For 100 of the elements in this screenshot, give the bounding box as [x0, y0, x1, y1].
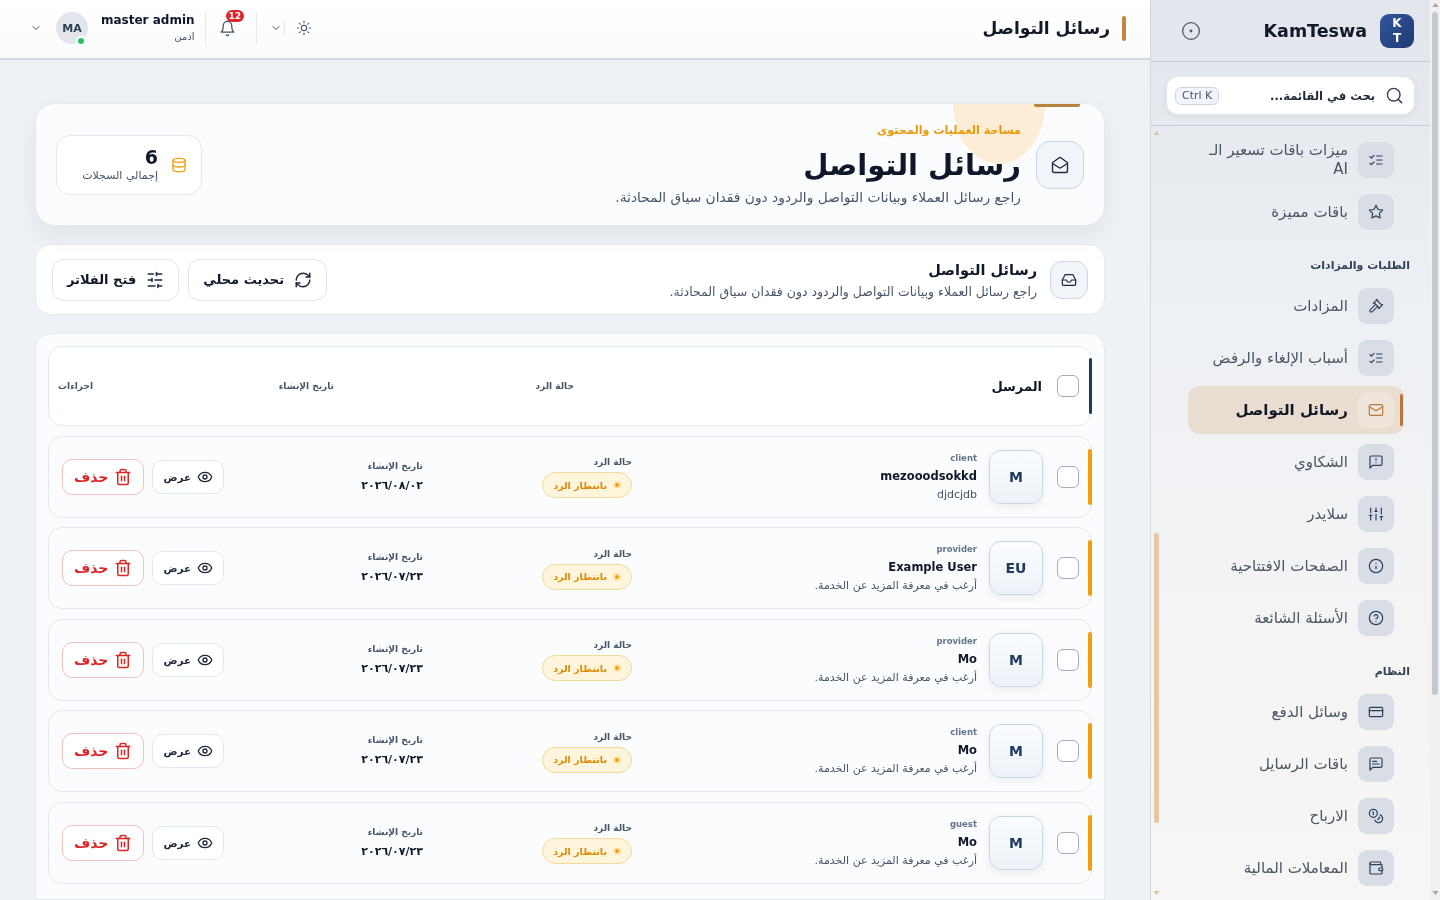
delete-button[interactable]: حذف: [62, 641, 145, 678]
chat-icon: [1358, 746, 1394, 782]
sender-type: client: [950, 451, 977, 465]
refresh-button[interactable]: تحديث محلي: [188, 258, 328, 301]
sidebar-item[interactable]: ميزات باقات تسعير الـ AI: [1188, 136, 1404, 184]
sidebar-item[interactable]: الصفحات الافتتاحية: [1188, 542, 1404, 590]
delete-button[interactable]: حذف: [62, 458, 145, 495]
checkbox[interactable]: [1057, 831, 1079, 854]
checkbox[interactable]: [1057, 557, 1079, 579]
view-button[interactable]: عرض: [152, 734, 225, 768]
notifications-button[interactable]: 12: [215, 10, 246, 46]
brand-name: KamTeswa: [1263, 20, 1367, 41]
wallet-icon: [1358, 850, 1394, 886]
trash-icon: [114, 833, 133, 852]
cell-label: تاريخ الإنشاء: [367, 459, 423, 473]
checkbox[interactable]: [1057, 375, 1079, 397]
column-header: المرسل: [990, 378, 1042, 394]
checkbox[interactable]: [1057, 740, 1079, 762]
checkbox[interactable]: [1057, 648, 1079, 671]
sender-type: client: [950, 726, 977, 739]
sidebar-item[interactable]: المعاملات المالية: [1188, 844, 1404, 892]
view-button[interactable]: عرض: [152, 642, 225, 677]
view-button[interactable]: عرض: [152, 551, 225, 585]
message-preview: أرغب في معرفة المزيد عن الخدمة.: [814, 669, 977, 686]
sender-name: Mo: [957, 650, 977, 668]
decorative-bar: [1034, 104, 1080, 107]
column-header: حالة الرد: [534, 381, 574, 391]
notification-count: 12: [225, 10, 245, 22]
scroll-down-icon[interactable]: [1431, 891, 1439, 895]
avatar[interactable]: MA: [56, 12, 88, 44]
delete-button[interactable]: حذف: [62, 824, 145, 861]
sender-name: Mo: [957, 833, 977, 851]
info-icon: [1358, 548, 1394, 584]
avatar: M: [989, 724, 1043, 778]
sliders-icon: [1358, 496, 1394, 532]
sender-type: guest: [949, 817, 977, 831]
sidebar-item[interactable]: المزادات: [1188, 282, 1404, 330]
sidebar-item[interactable]: سلايدر: [1188, 490, 1404, 538]
column-header: تاريخ الإنشاء: [277, 381, 334, 391]
avatar: M: [989, 815, 1043, 870]
avatar: M: [989, 449, 1043, 504]
sender-type: provider: [936, 634, 977, 648]
circle-dot-icon[interactable]: [1181, 20, 1201, 41]
eye-icon: [197, 743, 214, 759]
section-heading: الطلبات والمزادات: [1309, 258, 1410, 274]
date-text: ٢٠٢٦/٠٧/٢٣: [361, 752, 423, 768]
status-dot-icon: [613, 481, 621, 489]
cell-label: حالة الرد: [593, 639, 632, 652]
sidebar-item[interactable]: باقات الرسايل: [1188, 740, 1404, 788]
view-button[interactable]: عرض: [152, 825, 225, 860]
sender-name: mezooodsokkd: [880, 467, 977, 485]
inbox-icon: [1050, 260, 1088, 299]
scroll-up-icon[interactable]: [1431, 3, 1439, 7]
sidebar-item[interactable]: رسائل التواصل: [1188, 386, 1404, 434]
hero-title: رسائل التواصل: [802, 146, 1021, 184]
avatar: M: [989, 632, 1043, 687]
message-preview: أرغب في معرفة المزيد عن الخدمة.: [814, 760, 977, 777]
sidebar-item[interactable]: أسباب الإلغاء والرفض: [1188, 334, 1404, 382]
status-text: بانتظار الرد: [553, 754, 607, 765]
status-text: بانتظار الرد: [553, 479, 607, 491]
delete-button[interactable]: حذف: [62, 733, 145, 769]
checklist-icon: [1358, 340, 1394, 376]
status-dot-icon: [613, 755, 621, 764]
checklist-icon: [1358, 142, 1394, 178]
sender-name: Example User: [888, 559, 977, 576]
sidebar-item[interactable]: الشكاوي: [1188, 438, 1404, 486]
sidebar-item[interactable]: الارباح: [1188, 792, 1404, 840]
sidebar-item[interactable]: الأسئلة الشائعة: [1188, 594, 1404, 642]
page-title: رسائل التواصل: [982, 17, 1110, 40]
section-heading: النظام: [1373, 664, 1410, 680]
sidebar-item[interactable]: وسائل الدفع: [1188, 688, 1404, 736]
status-text: بانتظار الرد: [553, 571, 607, 582]
database-icon: [171, 156, 187, 173]
sender-type: provider: [936, 543, 977, 556]
section-title: رسائل التواصل: [927, 260, 1037, 281]
scrollbar-thumb[interactable]: [1432, 12, 1438, 695]
status-dot-icon: [613, 847, 621, 855]
scrollbar-thumb[interactable]: [1154, 533, 1159, 823]
eyebrow-text: مساحة العمليات والمحتوى: [876, 122, 1021, 139]
delete-button[interactable]: حذف: [62, 550, 145, 586]
gavel-icon: [1358, 288, 1394, 324]
trash-icon: [114, 467, 133, 486]
scroll-up-icon[interactable]: [1153, 131, 1160, 135]
trash-icon: [114, 650, 133, 669]
scroll-down-icon[interactable]: [1153, 891, 1160, 895]
user-role: ادمن: [174, 30, 195, 44]
view-button[interactable]: عرض: [152, 459, 225, 494]
user-name: master admin: [101, 12, 195, 29]
sidebar-item[interactable]: باقات مميزة: [1188, 188, 1404, 236]
sun-icon[interactable]: [295, 20, 312, 36]
date-text: ٢٠٢٦/٠٨/٠٢: [361, 477, 423, 494]
message-preview: أرغب في معرفة المزيد عن الخدمة.: [814, 852, 977, 869]
logo[interactable]: K T: [1380, 13, 1414, 48]
checkbox[interactable]: [1057, 465, 1079, 488]
bell-icon: [218, 19, 236, 37]
filter-button[interactable]: فتح الفلاتر: [52, 258, 180, 301]
keyboard-shortcut: Ctrl K: [1175, 87, 1220, 105]
envelope-open-icon: [1036, 140, 1084, 189]
cell-label: تاريخ الإنشاء: [367, 734, 423, 747]
filter-icon: [146, 270, 165, 289]
